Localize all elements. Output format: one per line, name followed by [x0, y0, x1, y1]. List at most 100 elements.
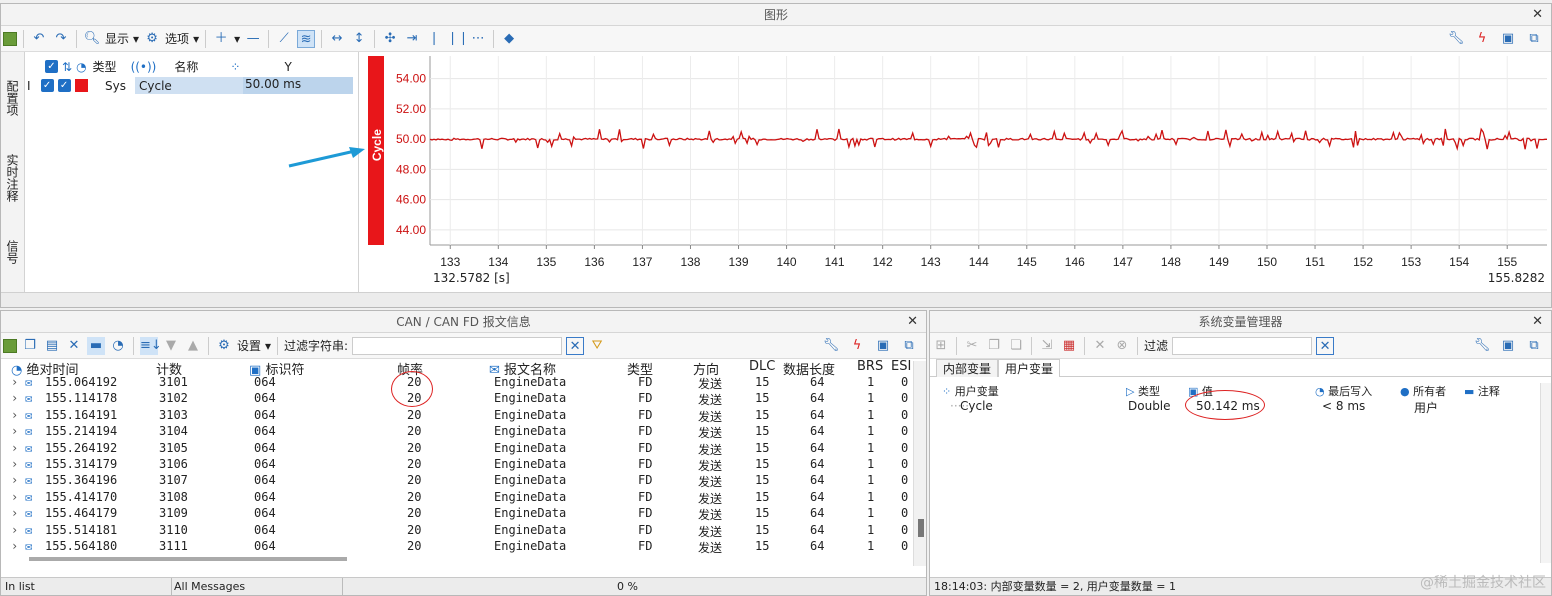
vertical-scrollbar[interactable] [1540, 383, 1551, 563]
clock-icon[interactable]: ◔ [109, 337, 127, 355]
table-row[interactable]: › ✉ 155.264192 3105 064 20 EngineData FD 发送 15 64 1… [1, 441, 913, 457]
vertical-scrollbar[interactable] [913, 361, 926, 566]
col-type[interactable]: 类型 [93, 58, 117, 75]
close-icon[interactable]: ✕ [1532, 311, 1543, 333]
add-var-icon[interactable]: ⊞ [932, 337, 950, 355]
filter-icon[interactable]: ⛛ [588, 337, 606, 355]
tab-user-vars[interactable]: 用户变量 [998, 359, 1061, 377]
more-icon[interactable]: ⋯ [469, 30, 487, 48]
lightning-icon[interactable]: ϟ [848, 337, 866, 355]
col-name[interactable]: 名称 [174, 58, 198, 75]
settings-menu[interactable]: 设置 [237, 337, 261, 354]
close-icon[interactable]: ✕ [907, 311, 918, 333]
delete-icon[interactable]: ✕ [1091, 337, 1109, 355]
reset-icon[interactable]: ⊗ [1113, 337, 1131, 355]
table-row[interactable]: › ✉ 155.564180 3111 064 20 EngineData FD 发送 15 64 1… [1, 539, 913, 555]
fit-vertical-icon[interactable]: ↕ [350, 30, 368, 48]
tab-signals[interactable]: 信号 [4, 240, 21, 264]
filter-input[interactable] [352, 336, 563, 355]
table-row[interactable]: › ✉ 155.164191 3103 064 20 EngineData FD 发送 15 64 1… [1, 408, 913, 424]
horizontal-scrollbar[interactable] [29, 557, 347, 561]
expand-chevron-icon[interactable]: › [11, 441, 18, 455]
expand-chevron-icon[interactable]: › [11, 523, 18, 537]
cursor-double-icon[interactable]: ❘❘ [447, 30, 469, 48]
expand-chevron-icon[interactable]: › [11, 490, 18, 504]
col-y[interactable]: Y [284, 60, 291, 74]
table-row[interactable]: › ✉ 155.514181 3110 064 20 EngineData FD 发送 15 64 1… [1, 523, 913, 539]
gear-icon[interactable]: ⚙ [143, 30, 161, 48]
close-icon[interactable]: ✕ [1532, 4, 1543, 26]
options-menu[interactable]: 选项 [165, 30, 189, 47]
window-close-icon[interactable]: ▣ [1499, 30, 1517, 48]
undo-icon[interactable]: ↶ [30, 30, 48, 48]
overwrite-mode-icon[interactable]: ▬ [87, 336, 105, 355]
tab-config[interactable]: 配置项 [4, 80, 21, 116]
fit-horizontal-icon[interactable]: ↔ [328, 30, 346, 48]
col-direction[interactable]: 方向 [693, 359, 719, 378]
filter-input[interactable] [1172, 336, 1313, 355]
expand-chevron-icon[interactable]: › [11, 473, 18, 487]
copy-icon[interactable]: ❐ [985, 337, 1003, 355]
copy-icon[interactable]: ❐ [21, 337, 39, 355]
expand-chevron-icon[interactable]: › [11, 457, 18, 471]
signal-row[interactable]: I ✓ ✓ Sys Cycle 50.00 ms [25, 77, 353, 94]
export-icon[interactable]: ▦ [1060, 337, 1078, 355]
expand-chevron-icon[interactable]: › [11, 391, 18, 405]
wrench-icon[interactable]: 🔧︎ [1447, 30, 1465, 48]
sysvar-header-owner[interactable]: ● 所有者 [1400, 383, 1446, 399]
arrow-up-icon[interactable]: ▲ [184, 337, 202, 355]
signal-visible-checkbox[interactable]: ✓ [57, 79, 71, 92]
undock-icon[interactable]: ⧉ [1525, 337, 1543, 355]
sysvar-header-type[interactable]: ▷ 类型 [1126, 383, 1160, 399]
expand-chevron-icon[interactable]: › [11, 506, 18, 520]
cut-icon[interactable]: ✂ [963, 337, 981, 355]
wrench-icon[interactable]: 🔧︎ [1473, 337, 1491, 355]
signal-color-swatch[interactable] [74, 79, 88, 92]
cursor-single-icon[interactable]: ❘ [425, 30, 443, 48]
signal-enable-checkbox[interactable]: ✓ [40, 79, 54, 92]
export-icon[interactable]: ▤ [43, 337, 61, 355]
clear-icon[interactable]: ✕ [65, 337, 83, 355]
col-esi[interactable]: ESI [891, 359, 911, 375]
eraser-icon[interactable]: ◆ [500, 30, 518, 48]
table-row[interactable]: › ✉ 155.464179 3109 064 20 EngineData FD 发送 15 64 1… [1, 506, 913, 522]
pause-icon[interactable] [3, 338, 17, 353]
col-dlc[interactable]: DLC [749, 359, 775, 375]
table-row[interactable]: › ✉ 155.364196 3107 064 20 EngineData FD 发送 15 64 1… [1, 473, 913, 489]
col-type[interactable]: 类型 [627, 359, 653, 378]
undock-icon[interactable]: ⧉ [900, 337, 918, 355]
paste-icon[interactable]: ❏ [1007, 337, 1025, 355]
pause-icon[interactable] [3, 31, 17, 46]
chart-multi-icon[interactable]: ≋ [297, 29, 316, 48]
tab-internal-vars[interactable]: 内部变量 [936, 359, 999, 377]
gear-icon[interactable]: ⚙ [215, 337, 233, 355]
undock-icon[interactable]: ⧉ [1525, 30, 1543, 48]
col-brs[interactable]: BRS [857, 359, 883, 375]
remove-icon[interactable]: — [244, 30, 262, 48]
sort-icon[interactable]: ⇅ [62, 60, 72, 74]
zoom-in-icon[interactable]: ✣ [381, 30, 399, 48]
sysvar-header-comment[interactable]: ▬ 注释 [1464, 383, 1500, 399]
table-row[interactable]: › ✉ 155.414170 3108 064 20 EngineData FD 发送 15 64 1… [1, 490, 913, 506]
plot-area[interactable]: Cycle 54.00 52.00 50.00 48.00 46.00 44.00 133… [361, 52, 1551, 292]
table-row[interactable]: › ✉ 155.314179 3106 064 20 EngineData FD 发送 15 64 1… [1, 457, 913, 473]
tab-realtime-notes[interactable]: 实时注释 [4, 154, 21, 202]
table-row[interactable]: › ✉ 155.214194 3104 064 20 EngineData FD 发送 15 64 1… [1, 424, 913, 440]
add-icon[interactable]: ＋ [212, 30, 230, 48]
import-icon[interactable]: ⇲ [1038, 337, 1056, 355]
col-data-length[interactable]: 数据长度 [783, 359, 835, 378]
expand-chevron-icon[interactable]: › [11, 539, 18, 553]
clear-filter-icon[interactable]: ✕ [566, 336, 585, 355]
col-msg-name[interactable]: ✉ 报文名称 [489, 359, 556, 378]
lightning-icon[interactable]: ϟ [1473, 30, 1491, 48]
window-close-icon[interactable]: ▣ [1499, 337, 1517, 355]
expand-chevron-icon[interactable]: › [11, 408, 18, 422]
table-row[interactable]: › ✉ 155.064192 3101 064 20 EngineData FD 发送 15 64 1… [1, 375, 913, 391]
search-icon[interactable]: 🔍︎ [83, 30, 101, 48]
redo-icon[interactable]: ↷ [52, 30, 70, 48]
sort-down-icon[interactable]: ≡↓ [140, 336, 162, 355]
sysvar-header-name[interactable]: ⁘ 用户变量 [942, 383, 999, 399]
clear-filter-icon[interactable]: ✕ [1316, 336, 1335, 355]
checkbox-all[interactable]: ✓ [45, 60, 58, 73]
wrench-icon[interactable]: 🔧︎ [822, 337, 840, 355]
